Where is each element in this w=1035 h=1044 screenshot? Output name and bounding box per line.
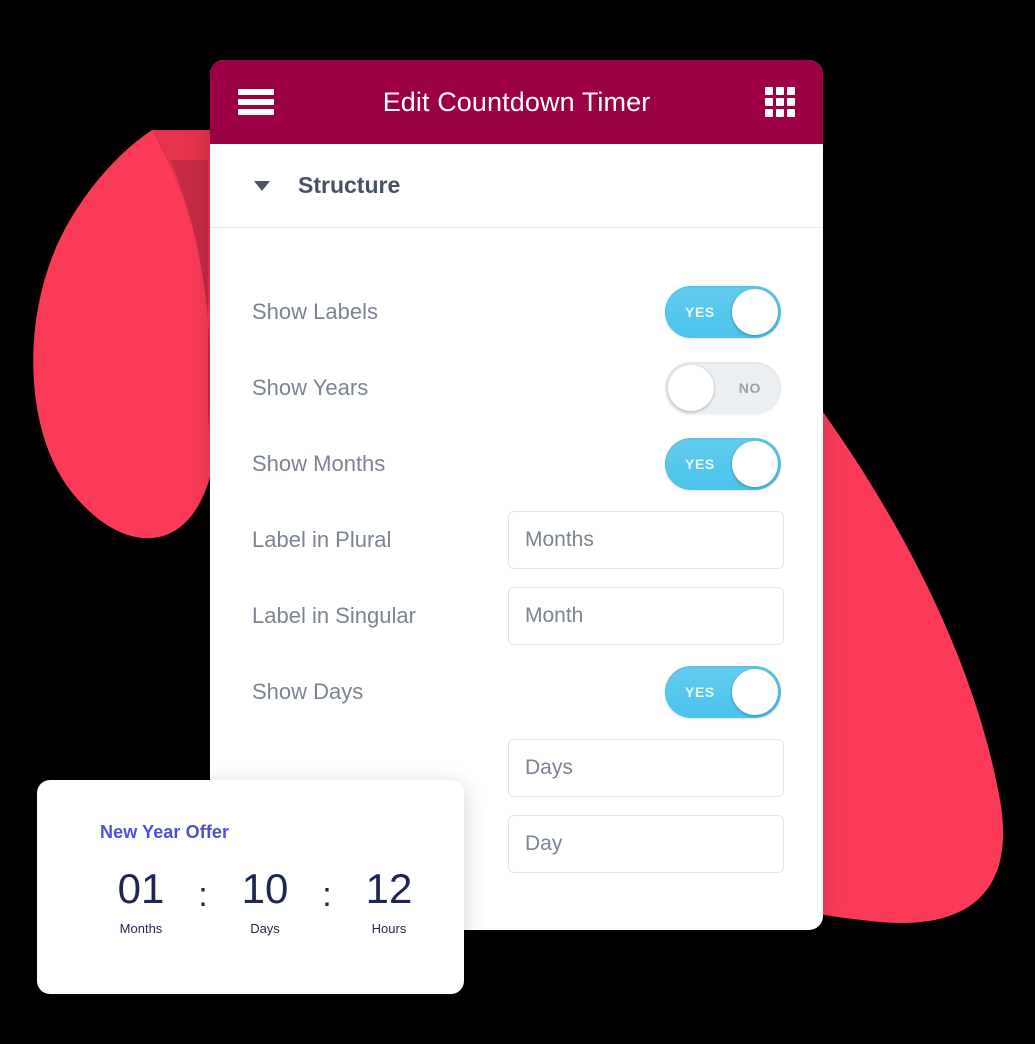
toggle-knob <box>732 289 778 335</box>
countdown-preview-card: New Year Offer 01 Months : 10 Days : 12 … <box>37 780 464 994</box>
toggle-state-text: YES <box>685 304 715 320</box>
countdown-unit-hours: 12 Hours <box>348 865 430 937</box>
hamburger-menu-icon[interactable] <box>238 89 274 115</box>
row-label-in-singular: Label in Singular Month <box>252 578 784 654</box>
toggle-state-text: NO <box>738 380 761 396</box>
panel-header: Edit Countdown Timer <box>210 60 823 144</box>
countdown-value: 12 <box>365 865 413 912</box>
row-show-days: Show Days YES <box>252 654 781 730</box>
countdown-label: Hours <box>371 921 407 937</box>
toggle-knob <box>732 441 778 487</box>
row-control: YES <box>508 438 781 490</box>
toggle-show-labels[interactable]: YES <box>665 286 781 338</box>
row-control: NO <box>508 362 781 414</box>
row-label: Show Labels <box>252 299 378 324</box>
countdown-label: Months <box>119 921 163 937</box>
toggle-knob <box>668 365 714 411</box>
page-title: Edit Countdown Timer <box>382 86 651 117</box>
toggle-show-months[interactable]: YES <box>665 438 781 490</box>
hamburger-bar <box>238 89 274 95</box>
section-title: Structure <box>298 172 401 198</box>
preview-offer-title: New Year Offer <box>100 822 230 842</box>
section-header-structure[interactable]: Structure <box>210 144 823 228</box>
countdown-separator: : <box>322 876 332 914</box>
row-label-in-plural: Label in Plural Months <box>252 502 784 578</box>
toggle-show-years[interactable]: NO <box>665 362 781 414</box>
row-show-months: Show Months YES <box>252 426 781 502</box>
row-control: Day <box>508 815 784 873</box>
row-label: Label in Singular <box>252 603 416 628</box>
toggle-state-text: YES <box>685 684 715 700</box>
hamburger-bar <box>238 99 274 105</box>
row-label: Show Months <box>252 451 386 476</box>
countdown-value: 10 <box>241 865 289 912</box>
countdown-unit-days: 10 Days <box>224 865 306 937</box>
countdown-unit-months: 01 Months <box>100 865 182 937</box>
row-control: YES <box>508 286 781 338</box>
input-label-in-plural[interactable]: Months <box>508 511 784 569</box>
hamburger-bar <box>238 109 274 115</box>
toggle-knob <box>732 669 778 715</box>
toggle-state-text: YES <box>685 456 715 472</box>
countdown-timer: 01 Months : 10 Days : 12 Hours <box>100 865 464 937</box>
input-days-plural[interactable]: Days <box>508 739 784 797</box>
input-label-in-singular[interactable]: Month <box>508 587 784 645</box>
row-control: Months <box>508 511 784 569</box>
input-days-singular[interactable]: Day <box>508 815 784 873</box>
row-control: Month <box>508 587 784 645</box>
row-label: Show Days <box>252 679 364 704</box>
apps-grid-icon[interactable] <box>765 87 795 117</box>
row-show-years: Show Years NO <box>252 350 781 426</box>
caret-down-icon <box>254 180 270 191</box>
countdown-separator: : <box>198 876 208 914</box>
row-show-labels: Show Labels YES <box>252 228 781 350</box>
row-control: Days <box>508 739 784 797</box>
countdown-value: 01 <box>117 865 165 912</box>
row-label: Label in Plural <box>252 527 392 552</box>
toggle-show-days[interactable]: YES <box>665 666 781 718</box>
countdown-label: Days <box>250 921 280 937</box>
row-label: Show Years <box>252 375 369 400</box>
row-control: YES <box>508 666 781 718</box>
